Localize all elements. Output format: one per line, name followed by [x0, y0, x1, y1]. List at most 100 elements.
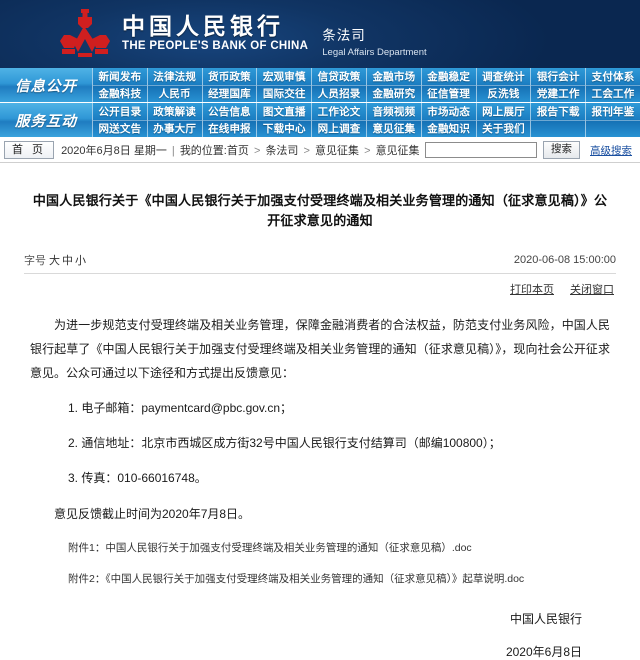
site-header: 中国人民银行 THE PEOPLE'S BANK OF CHINA 条法司 Le… [0, 0, 640, 68]
bank-name-cn: 中国人民银行 [122, 14, 308, 38]
breadcrumb-divider: | [172, 145, 175, 157]
nav-item-monetary-policy[interactable]: 货币政策 [203, 68, 257, 86]
nav-item-rmb[interactable]: 人民币 [148, 86, 202, 103]
nav-item-market-news[interactable]: 市场动态 [422, 103, 476, 121]
header-brand: 中国人民银行 THE PEOPLE'S BANK OF CHINA 条法司 Le… [58, 8, 427, 60]
location-label: 我的位置: [180, 145, 227, 157]
nav-item-about-us[interactable]: 关于我们 [477, 121, 531, 138]
breadcrumb-item-opinion-collection[interactable]: 意见征集 [315, 145, 359, 157]
nav-column: 公告信息 在线申报 [202, 103, 257, 137]
breadcrumb: 2020年6月8日 星期一 | 我的位置:首页 > 条法司 > 意见征集 > 意… [61, 142, 420, 158]
signature-date: 2020年6月8日 [30, 643, 610, 660]
department-name-cn: 条法司 [322, 28, 426, 45]
signature-organization: 中国人民银行 [30, 610, 610, 627]
current-date-text: 2020年6月8日 星期一 [61, 145, 167, 157]
nav-item-union-work[interactable]: 工会工作 [586, 86, 640, 103]
nav-item-opinion-collection[interactable]: 意见征集 [367, 121, 421, 138]
nav-item-news[interactable]: 新闻发布 [93, 68, 147, 86]
nav-item-financial-research[interactable]: 金融研究 [367, 86, 421, 103]
article-container: 中国人民银行关于《中国人民银行关于加强支付受理终端及相关业务管理的通知（征求意见… [0, 163, 640, 660]
bank-name-en: THE PEOPLE'S BANK OF CHINA [122, 40, 308, 54]
nav-item-download-center[interactable]: 下载中心 [257, 121, 311, 138]
nav-item-treasury[interactable]: 经理国库 [203, 86, 257, 103]
font-size-control: 字号大中小 [24, 252, 87, 268]
nav-band-services: 服务互动 公开目录 网送文告 政策解读 办事大厅 公告信息 在线申报 图文直播 … [0, 103, 640, 138]
nav-item-financial-market[interactable]: 金融市场 [367, 68, 421, 86]
nav-item-fintech[interactable]: 金融科技 [93, 86, 147, 103]
nav-item-public-catalog[interactable]: 公开目录 [93, 103, 147, 121]
font-size-medium[interactable]: 中 [62, 255, 73, 267]
attachment-link-2[interactable]: 附件2：《中国人民银行关于加强支付受理终端及相关业务管理的通知（征求意见稿）》起… [30, 571, 610, 588]
nav-label-services[interactable]: 服务互动 [0, 103, 92, 137]
nav-item-international[interactable]: 国际交往 [257, 86, 311, 103]
font-size-small[interactable]: 小 [75, 255, 86, 267]
nav-item-payment-system[interactable]: 支付体系 [586, 68, 640, 86]
nav-item-party-work[interactable]: 党建工作 [531, 86, 585, 103]
nav-item-laws[interactable]: 法律法规 [148, 68, 202, 86]
department-name-en: Legal Affairs Department [322, 47, 426, 59]
article-paragraph: 为进一步规范支付受理终端及相关业务管理，保障金融消费者的合法权益，防范支付业务风… [30, 313, 610, 385]
close-window-link[interactable]: 关闭窗口 [570, 281, 614, 297]
home-button[interactable]: 首 页 [4, 141, 54, 159]
breadcrumb-bar: 首 页 2020年6月8日 星期一 | 我的位置:首页 > 条法司 > 意见征集… [0, 138, 640, 163]
nav-column: 信贷政策 人员招录 [311, 68, 366, 102]
nav-item-report-download[interactable]: 报告下载 [531, 103, 585, 121]
nav-column: 货币政策 经理国库 [202, 68, 257, 102]
nav-column: 法律法规 人民币 [147, 68, 202, 102]
nav-item-financial-stability[interactable]: 金融稳定 [422, 68, 476, 86]
nav-item-live-broadcast[interactable]: 图文直播 [257, 103, 311, 121]
pboc-emblem-icon [58, 8, 112, 60]
nav-item-statistics[interactable]: 调查统计 [477, 68, 531, 86]
nav-column: 宏观审慎 国际交往 [256, 68, 311, 102]
nav-item-anti-money-laundering[interactable]: 反洗钱 [477, 86, 531, 103]
nav-column: 市场动态 金融知识 [421, 103, 476, 137]
breadcrumb-item-home[interactable]: 首页 [227, 145, 249, 157]
nav-item-bank-accounting[interactable]: 银行会计 [531, 68, 585, 86]
nav-item-macroprudential[interactable]: 宏观审慎 [257, 68, 311, 86]
list-item: 2. 通信地址：北京市西城区成方街32号中国人民银行支付结算司（邮编100800… [30, 432, 610, 455]
nav-column: 银行会计 党建工作 [530, 68, 585, 102]
page-title: 中国人民银行关于《中国人民银行关于加强支付受理终端及相关业务管理的通知（征求意见… [24, 163, 616, 252]
nav-item-online-survey[interactable]: 网上调查 [312, 121, 366, 138]
publish-datetime: 2020-06-08 15:00:00 [514, 254, 616, 266]
nav-column: 报刊年鉴 [585, 103, 640, 137]
search-input[interactable] [425, 142, 537, 158]
font-size-label: 字号 [24, 255, 46, 267]
article-meta-row: 字号大中小 2020-06-08 15:00:00 [24, 252, 616, 274]
nav-column: 金融稳定 征信管理 [421, 68, 476, 102]
nav-item-empty [531, 121, 585, 138]
nav-item-online-exhibition[interactable]: 网上展厅 [477, 103, 531, 121]
nav-item-audio-video[interactable]: 音频视频 [367, 103, 421, 121]
nav-item-announcements[interactable]: 公告信息 [203, 103, 257, 121]
nav-column: 政策解读 办事大厅 [147, 103, 202, 137]
nav-item-credit-reference[interactable]: 征信管理 [422, 86, 476, 103]
page-root: 中国人民银行 THE PEOPLE'S BANK OF CHINA 条法司 Le… [0, 0, 640, 537]
nav-item-document-delivery[interactable]: 网送文告 [93, 121, 147, 138]
breadcrumb-separator: > [364, 145, 370, 157]
nav-item-recruitment[interactable]: 人员招录 [312, 86, 366, 103]
nav-item-online-declaration[interactable]: 在线申报 [203, 121, 257, 138]
nav-item-empty [586, 121, 640, 138]
nav-column: 图文直播 下载中心 [256, 103, 311, 137]
nav-item-yearbook[interactable]: 报刊年鉴 [586, 103, 640, 121]
font-size-large[interactable]: 大 [49, 255, 60, 267]
nav-column: 网上展厅 关于我们 [476, 103, 531, 137]
search-button[interactable]: 搜索 [543, 141, 580, 159]
nav-item-service-hall[interactable]: 办事大厅 [148, 121, 202, 138]
nav-item-working-papers[interactable]: 工作论文 [312, 103, 366, 121]
nav-label-information[interactable]: 信息公开 [0, 68, 92, 102]
nav-column: 支付体系 工会工作 [585, 68, 640, 102]
breadcrumb-separator: > [304, 145, 310, 157]
nav-columns-information: 新闻发布 金融科技 法律法规 人民币 货币政策 经理国库 宏观审慎 国际交往 信… [92, 68, 640, 102]
article-body: 为进一步规范支付受理终端及相关业务管理，保障金融消费者的合法权益，防范支付业务风… [24, 297, 616, 660]
nav-item-financial-knowledge[interactable]: 金融知识 [422, 121, 476, 138]
breadcrumb-item-legal-affairs[interactable]: 条法司 [265, 145, 298, 157]
nav-item-policy-interpretation[interactable]: 政策解读 [148, 103, 202, 121]
print-page-link[interactable]: 打印本页 [510, 281, 554, 297]
nav-item-credit-policy[interactable]: 信贷政策 [312, 68, 366, 86]
advanced-search-link[interactable]: 高级搜索 [590, 143, 632, 158]
nav-column: 新闻发布 金融科技 [92, 68, 147, 102]
nav-columns-services: 公开目录 网送文告 政策解读 办事大厅 公告信息 在线申报 图文直播 下载中心 … [92, 103, 640, 137]
attachment-link-1[interactable]: 附件1：中国人民银行关于加强支付受理终端及相关业务管理的通知（征求意见稿）.do… [30, 540, 610, 557]
nav-column: 工作论文 网上调查 [311, 103, 366, 137]
